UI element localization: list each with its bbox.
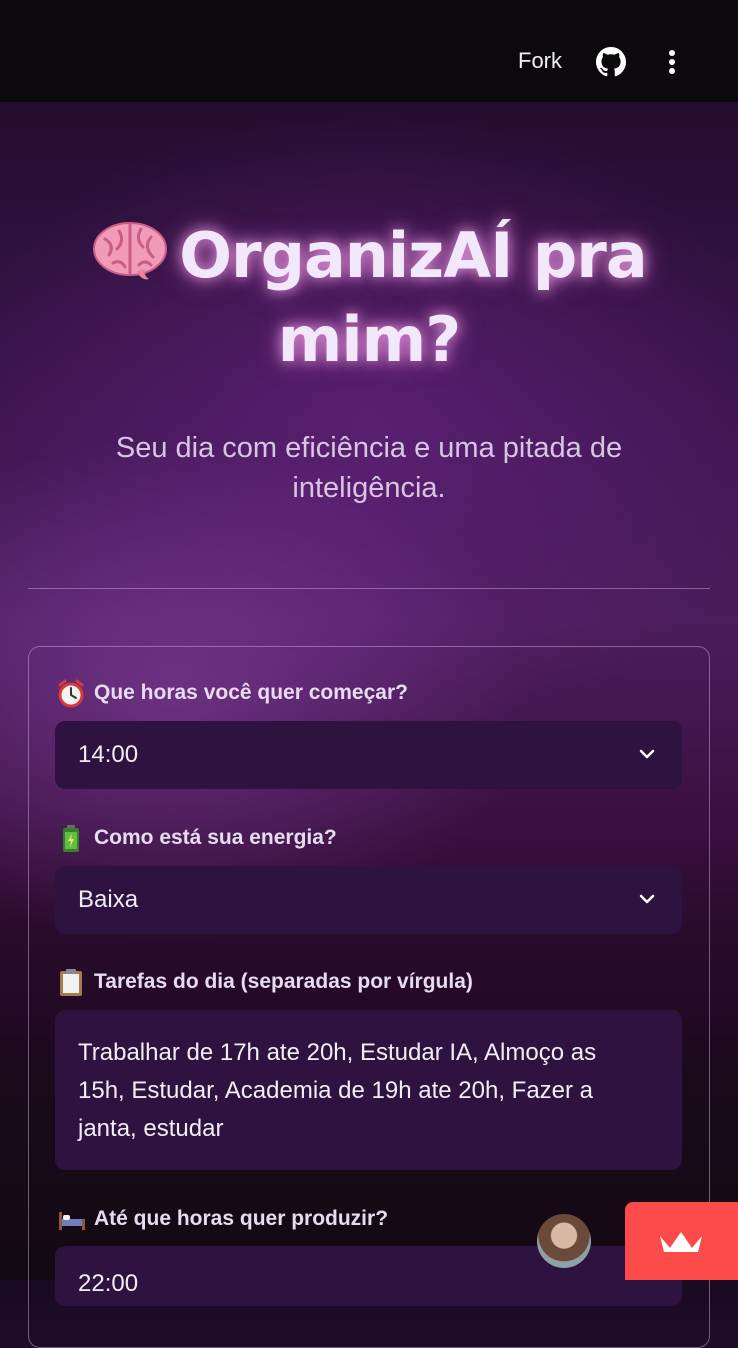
user-avatar[interactable]	[537, 1214, 591, 1268]
title-text: OrganizAÍ pra mim?	[179, 219, 647, 376]
fork-button[interactable]: Fork	[518, 48, 562, 74]
end-time-value: 22:00	[78, 1270, 139, 1297]
tasks-label-text: Tarefas do dia (separadas por vírgula)	[94, 970, 473, 993]
battery-icon	[63, 825, 79, 852]
chevron-down-icon	[639, 749, 655, 759]
start-time-select[interactable]: 14:00	[55, 721, 682, 789]
alarm-clock-icon	[58, 679, 84, 708]
streamlit-badge[interactable]	[625, 1202, 738, 1280]
end-time-select[interactable]: 22:00	[55, 1246, 682, 1306]
chevron-down-icon	[639, 894, 655, 904]
tasks-label: Tarefas do dia (separadas por vírgula)	[56, 967, 473, 997]
start-time-label-text: Que horas você quer começar?	[94, 681, 408, 704]
start-time-label: Que horas você quer começar?	[56, 678, 408, 708]
tasks-textarea[interactable]: Trabalhar de 17h ate 20h, Estudar IA, Al…	[55, 1010, 682, 1170]
end-time-label-text: Até que horas quer produzir?	[94, 1207, 389, 1230]
crown-icon	[660, 1232, 702, 1252]
energy-value: Baixa	[78, 886, 139, 913]
energy-label-text: Como está sua energia?	[94, 826, 337, 849]
page-title: OrganizAÍ pra mim?	[40, 214, 698, 382]
clipboard-icon	[60, 969, 82, 996]
energy-label: Como está sua energia?	[56, 823, 337, 853]
end-time-label: Até que horas quer produzir?	[56, 1204, 388, 1234]
start-time-value: 14:00	[78, 741, 139, 768]
top-toolbar: Fork	[0, 0, 738, 102]
brain-icon	[93, 222, 168, 280]
page-subtitle: Seu dia com eficiência e uma pitada de i…	[115, 432, 623, 504]
energy-select[interactable]: Baixa	[55, 866, 682, 934]
github-icon[interactable]	[596, 47, 626, 77]
bed-icon	[59, 1212, 85, 1230]
more-menu-icon[interactable]	[665, 50, 679, 76]
divider	[28, 588, 710, 589]
